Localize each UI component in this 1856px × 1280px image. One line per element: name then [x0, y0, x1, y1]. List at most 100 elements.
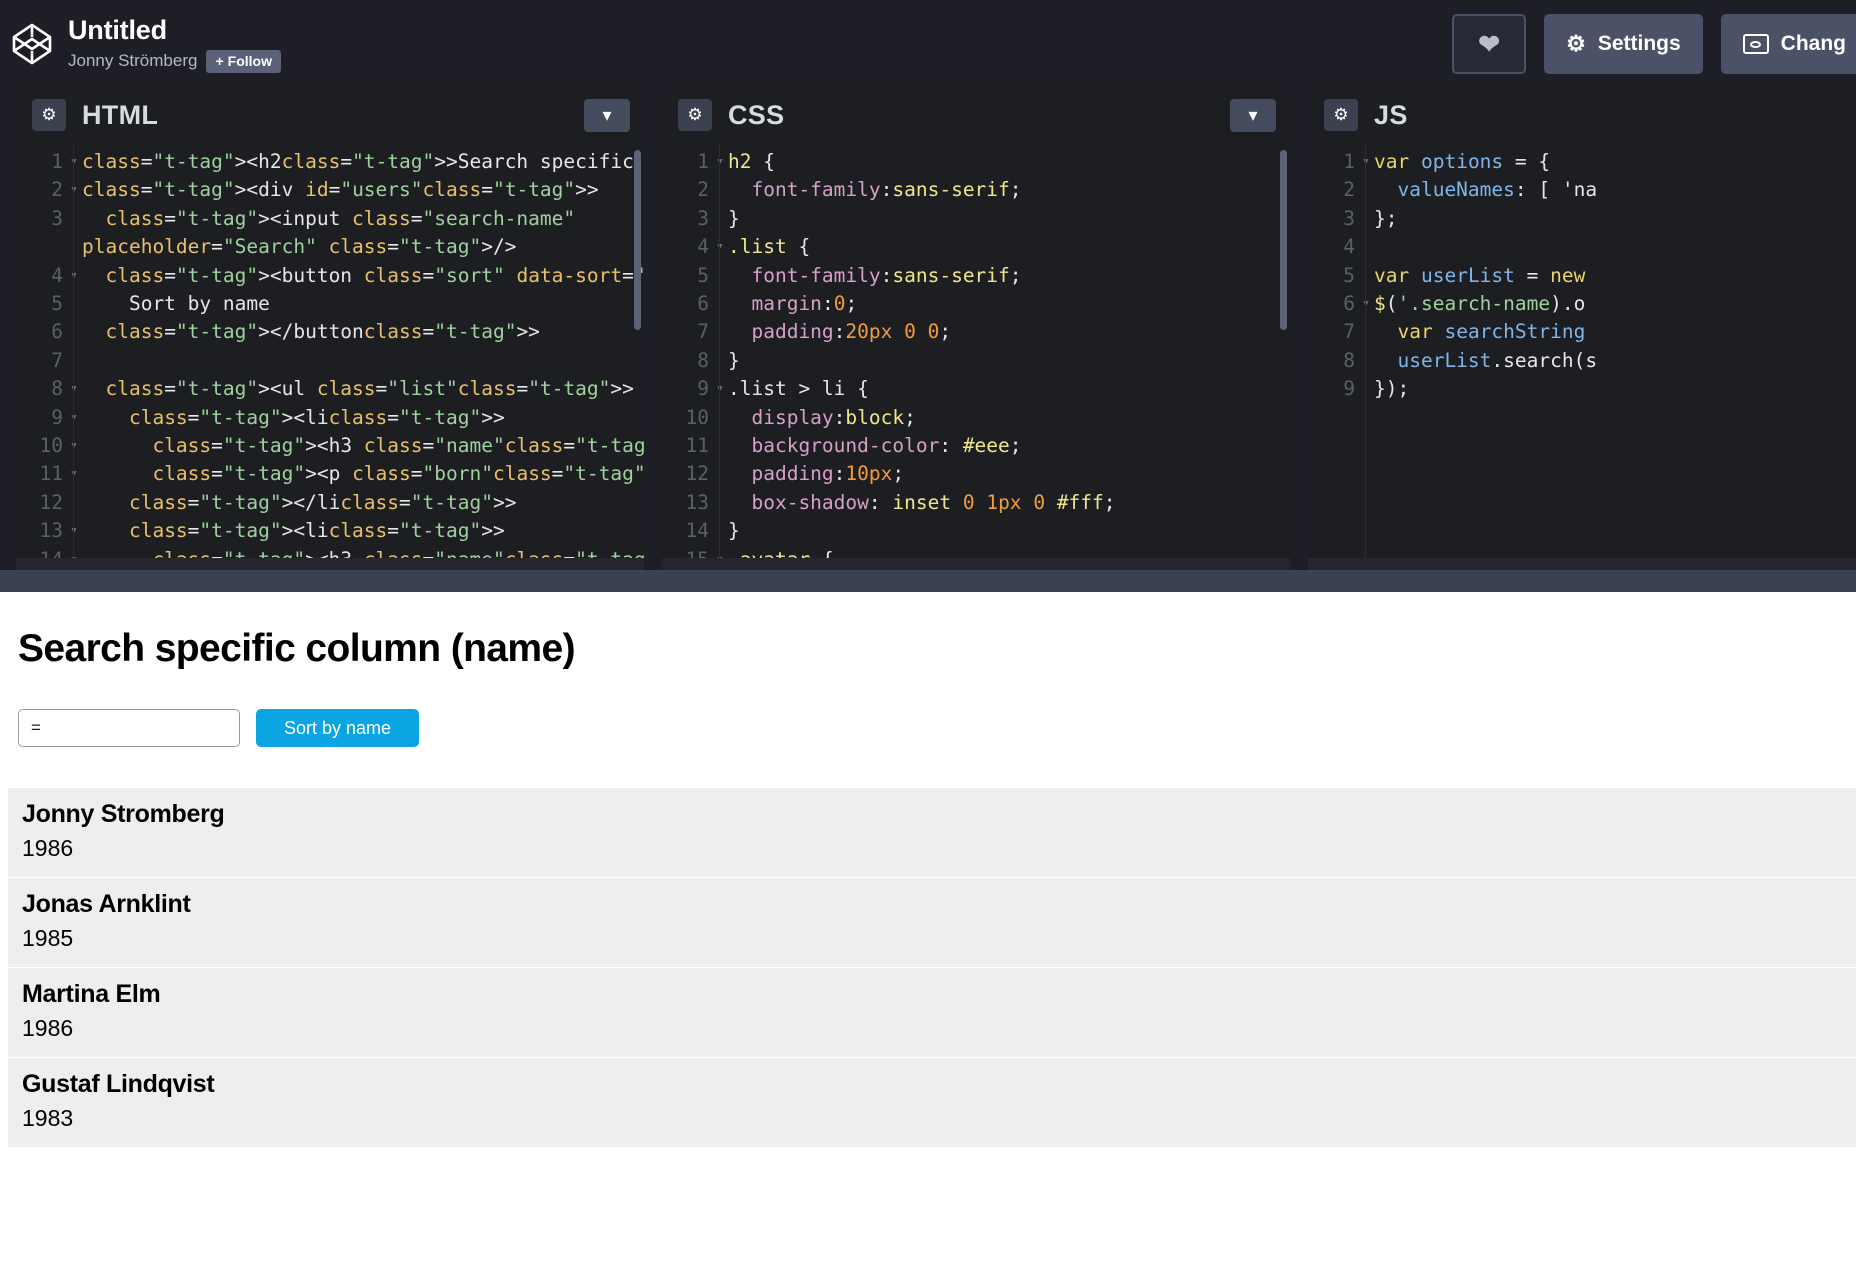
gutter-divider — [719, 142, 720, 558]
search-input[interactable] — [18, 709, 240, 747]
list-item: Gustaf Lindqvist 1983 — [8, 1057, 1856, 1147]
fold-arrow-icon[interactable]: ▾ — [70, 375, 82, 403]
gutter-divider — [1365, 142, 1366, 558]
line-number: 11 — [39, 462, 63, 486]
code-line: 9 ▾ class="t-tag"><liclass="t-tag">> — [16, 404, 644, 432]
code-text: } — [728, 519, 740, 543]
list-item: Martina Elm 1986 — [8, 967, 1856, 1057]
line-number: 2 — [697, 178, 709, 202]
code-line: 9▾}); — [1308, 375, 1856, 403]
editor-body-js[interactable]: 1▾var options = {2▾ valueNames: [ 'na3▾}… — [1308, 142, 1856, 570]
chevron-down-icon[interactable]: ▾ — [584, 98, 630, 132]
code-line: 10▾ display:block; — [662, 404, 1290, 432]
code-html[interactable]: 1▾class="t-tag"><h2class="t-tag">>Search… — [16, 148, 644, 570]
code-line: 4 ▾ class="t-tag"><button class="sort" da… — [16, 262, 644, 290]
line-number: 6 — [697, 292, 709, 316]
settings-button[interactable]: ⚙ Settings — [1544, 14, 1703, 74]
gear-icon[interactable]: ⚙ — [1324, 99, 1358, 131]
line-number: 3 — [51, 206, 63, 230]
code-line: 6▾ class="t-tag"></buttonclass="t-tag">> — [16, 318, 644, 346]
fold-arrow-icon[interactable]: ▾ — [70, 176, 82, 204]
code-line: 13▾ box-shadow: inset 0 1px 0 #fff; — [662, 489, 1290, 517]
fold-arrow-icon[interactable]: ▾ — [70, 432, 82, 460]
fold-arrow-icon[interactable]: ▾ — [70, 404, 82, 432]
chevron-down-icon[interactable]: ▾ — [1230, 98, 1276, 132]
preview-controls: Sort by name — [8, 671, 1856, 747]
fold-arrow-icon[interactable]: ▾ — [716, 375, 728, 403]
like-button[interactable]: ❤ — [1452, 14, 1527, 74]
line-number: 10 — [39, 434, 63, 458]
code-text: h2 { — [728, 150, 775, 173]
code-line: 5▾ font-family:sans-serif; — [662, 262, 1290, 290]
list-item: Jonas Arnklint 1985 — [8, 877, 1856, 967]
code-text: var searchString — [1397, 320, 1586, 344]
user-name: Gustaf Lindqvist — [22, 1070, 215, 1098]
line-number: 11 — [685, 434, 709, 458]
codepen-logo-icon[interactable] — [10, 22, 54, 66]
follow-label: Follow — [227, 52, 272, 69]
fold-arrow-icon[interactable]: ▾ — [70, 460, 82, 488]
code-line: 13 ▾ class="t-tag"><liclass="t-tag">> — [16, 517, 644, 545]
follow-button[interactable]: + Follow — [206, 49, 281, 73]
scrollbar-horizontal[interactable] — [1308, 558, 1856, 570]
fold-arrow-icon[interactable]: ▾ — [70, 517, 82, 545]
code-text: class="t-tag"></liclass="t-tag">> — [128, 490, 517, 514]
code-line: 3▾ class="t-tag"><input class="search-na… — [16, 205, 644, 233]
change-view-button[interactable]: Chang — [1720, 14, 1856, 74]
gutter-divider — [73, 142, 74, 558]
code-line: 14▾} — [662, 517, 1290, 545]
code-line: 3▾}; — [1308, 205, 1856, 233]
code-text: $('.search-name).o — [1374, 292, 1586, 316]
line-number: 9 — [51, 405, 63, 429]
code-text: display:block; — [751, 405, 916, 429]
line-number: 3 — [697, 206, 709, 230]
code-line: 8▾ userList.search(s — [1308, 347, 1856, 375]
gear-icon[interactable]: ⚙ — [32, 99, 66, 131]
code-text: class="t-tag"><ul class="list"class="t-t… — [105, 377, 634, 401]
line-number: 9 — [1343, 377, 1355, 401]
fold-arrow-icon[interactable]: ▾ — [70, 262, 82, 290]
author-name[interactable]: Jonny Strömberg — [68, 51, 197, 71]
code-js[interactable]: 1▾var options = {2▾ valueNames: [ 'na3▾}… — [1308, 148, 1856, 404]
code-line: 7▾ — [16, 347, 644, 375]
code-text: class="t-tag"></buttonclass="t-tag">> — [105, 320, 540, 344]
code-text: box-shadow: inset 0 1px 0 #fff; — [751, 490, 1116, 514]
line-number: 10 — [685, 405, 709, 429]
line-number: 3 — [1343, 206, 1355, 230]
code-css[interactable]: 1▾h2 {2▾ font-family:sans-serif;3▾}4▾.li… — [662, 148, 1290, 570]
code-text: var userList = new — [1374, 263, 1586, 287]
scrollbar-vertical[interactable] — [1280, 150, 1287, 330]
line-number: 12 — [39, 490, 63, 514]
fold-arrow-icon[interactable]: ▾ — [716, 233, 728, 261]
preview-divider[interactable] — [0, 570, 1856, 592]
code-text: class="t-tag"><button class="sort" data-… — [105, 263, 644, 287]
sort-by-name-button[interactable]: Sort by name — [256, 709, 420, 747]
code-line: 11▾ background-color: #eee; — [662, 432, 1290, 460]
editor-body-html[interactable]: 1▾class="t-tag"><h2class="t-tag">>Search… — [16, 142, 644, 570]
code-line: 10 ▾ class="t-tag"><h3 class="name"class=… — [16, 432, 644, 460]
user-born: 1986 — [22, 835, 74, 861]
editor-body-css[interactable]: 1▾h2 {2▾ font-family:sans-serif;3▾}4▾.li… — [662, 142, 1290, 570]
editor-header-js: ⚙ JS — [1308, 88, 1856, 142]
code-text: .list > li { — [728, 377, 869, 401]
fold-arrow-icon[interactable]: ▾ — [1362, 290, 1374, 318]
code-text: font-family:sans-serif; — [751, 263, 1022, 287]
code-text: class="t-tag"><h2class="t-tag">>Search s… — [82, 150, 634, 173]
user-born: 1986 — [22, 1015, 74, 1041]
fold-arrow-icon[interactable]: ▾ — [1362, 148, 1374, 176]
scrollbar-horizontal[interactable] — [662, 558, 1290, 570]
line-number: 2 — [51, 178, 63, 202]
gear-icon: ⚙ — [1566, 31, 1586, 56]
user-name: Martina Elm — [22, 980, 161, 1008]
line-number: 8 — [697, 348, 709, 372]
line-number: 1 — [697, 150, 709, 173]
heart-icon: ❤ — [1478, 29, 1500, 59]
line-number: 12 — [685, 462, 709, 486]
fold-arrow-icon[interactable]: ▾ — [716, 148, 728, 176]
code-line: 8 ▾ class="t-tag"><ul class="list"class="… — [16, 375, 644, 403]
preview-heading: Search specific column (name) — [18, 627, 576, 670]
scrollbar-vertical[interactable] — [634, 150, 641, 330]
fold-arrow-icon[interactable]: ▾ — [70, 148, 82, 176]
scrollbar-horizontal[interactable] — [16, 558, 644, 570]
gear-icon[interactable]: ⚙ — [678, 99, 712, 131]
